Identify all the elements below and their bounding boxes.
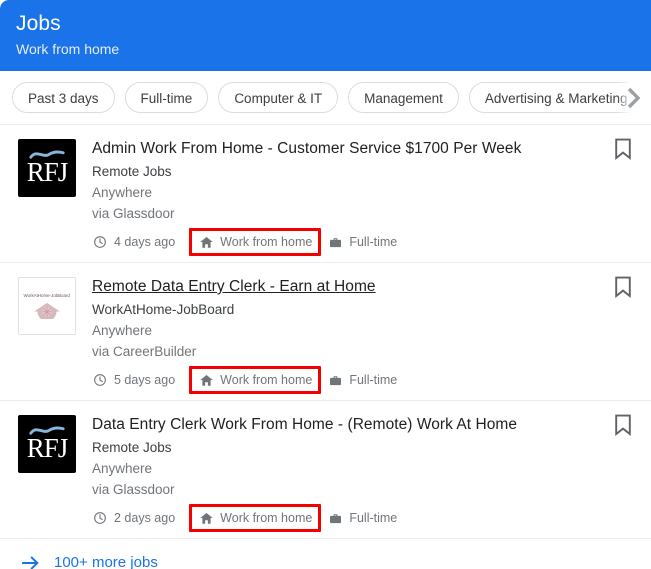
save-job-button[interactable] [611,138,635,165]
job-employment-type: Full-time [327,372,397,388]
job-workplace-type-label: Work from home [220,235,313,249]
jobs-header: Jobs Work from home [0,0,651,71]
bookmark-icon [613,138,633,165]
clock-icon [92,234,108,250]
job-employment-type-label: Full-time [349,235,398,249]
job-posted-date: 5 days ago [92,372,175,388]
job-location: Anywhere [92,461,153,476]
job-location: Anywhere [92,323,153,338]
job-details: Admin Work From Home - Customer Service … [92,137,635,256]
filter-chip-computer-it[interactable]: Computer & IT [218,82,339,113]
job-via: via Glassdoor [92,482,175,497]
job-details: Remote Data Entry Clerk - Earn at Home W… [92,275,635,394]
filter-chip-past-3-days[interactable]: Past 3 days [12,82,115,113]
more-jobs-label: 100+ more jobs [54,553,158,569]
briefcase-icon [327,510,343,526]
job-title[interactable]: Data Entry Clerk Work From Home - (Remot… [92,416,517,433]
job-title[interactable]: Remote Data Entry Clerk - Earn at Home [92,278,376,295]
job-via: via CareerBuilder [92,344,197,359]
bookmark-icon [613,276,633,303]
clock-icon [92,510,108,526]
job-posted-date-label: 4 days ago [114,235,176,249]
job-employment-type-label: Full-time [349,373,398,387]
job-via: via Glassdoor [92,206,175,221]
job-workplace-type: Work from home [189,228,322,256]
filter-chip-full-time[interactable]: Full-time [124,82,209,113]
home-icon [198,510,214,526]
job-metadata-row: 5 days ago Work from home Full-time [92,366,635,394]
briefcase-icon [327,234,343,250]
job-workplace-type: Work from home [189,504,322,532]
filter-chips-scroller[interactable]: Past 3 days Full-time Computer & IT Mana… [0,71,651,124]
job-posted-date-label: 5 days ago [114,373,176,387]
company-logo: RFJ [18,415,76,473]
job-workplace-type: Work from home [189,366,322,394]
job-employment-type: Full-time [327,510,397,526]
job-results-list: RFJ Admin Work From Home - Customer Serv… [0,124,651,538]
job-employment-type-label: Full-time [349,511,398,525]
chevron-right-icon [623,85,645,111]
clock-icon [92,372,108,388]
page-title: Jobs [16,12,61,35]
job-metadata-row: 2 days ago Work from home Full-time [92,504,635,532]
company-logo-text: WorkAtHome-JobBoard [23,292,71,299]
job-posted-date: 2 days ago [92,510,175,526]
job-posted-date-label: 2 days ago [114,511,176,525]
company-logo-text: RFJ [26,433,69,463]
job-workplace-type-label: Work from home [220,511,313,525]
job-location: Anywhere [92,185,153,200]
job-workplace-type-label: Work from home [220,373,313,387]
job-title[interactable]: Admin Work From Home - Customer Service … [92,140,521,157]
job-posted-date: 4 days ago [92,234,175,250]
page-subtitle: Work from home [16,41,120,57]
job-card[interactable]: RFJ Admin Work From Home - Customer Serv… [0,124,651,262]
filter-chips-bar: Past 3 days Full-time Computer & IT Mana… [0,71,651,124]
home-icon [198,234,214,250]
bookmark-icon [613,414,633,441]
logo-house-icon [34,303,60,319]
job-company: Remote Jobs [92,440,172,455]
home-icon [198,372,214,388]
job-employment-type: Full-time [327,234,397,250]
company-logo: WorkAtHome-JobBoard [18,277,76,335]
jobs-widget: Jobs Work from home Past 3 days Full-tim… [0,0,651,569]
company-logo: RFJ [18,139,76,197]
chips-next-button[interactable] [617,71,651,124]
more-jobs-link[interactable]: 100+ more jobs [0,538,651,569]
job-company: Remote Jobs [92,164,172,179]
save-job-button[interactable] [611,276,635,303]
job-card[interactable]: WorkAtHome-JobBoard Remote Data Entry Cl… [0,262,651,400]
briefcase-icon [327,372,343,388]
filter-chip-management[interactable]: Management [348,82,459,113]
job-metadata-row: 4 days ago Work from home Full-time [92,228,635,256]
save-job-button[interactable] [611,414,635,441]
arrow-right-icon [18,551,42,569]
job-details: Data Entry Clerk Work From Home - (Remot… [92,413,635,532]
job-card[interactable]: RFJ Data Entry Clerk Work From Home - (R… [0,400,651,538]
job-company: WorkAtHome-JobBoard [92,302,235,317]
company-logo-text: RFJ [26,157,69,187]
